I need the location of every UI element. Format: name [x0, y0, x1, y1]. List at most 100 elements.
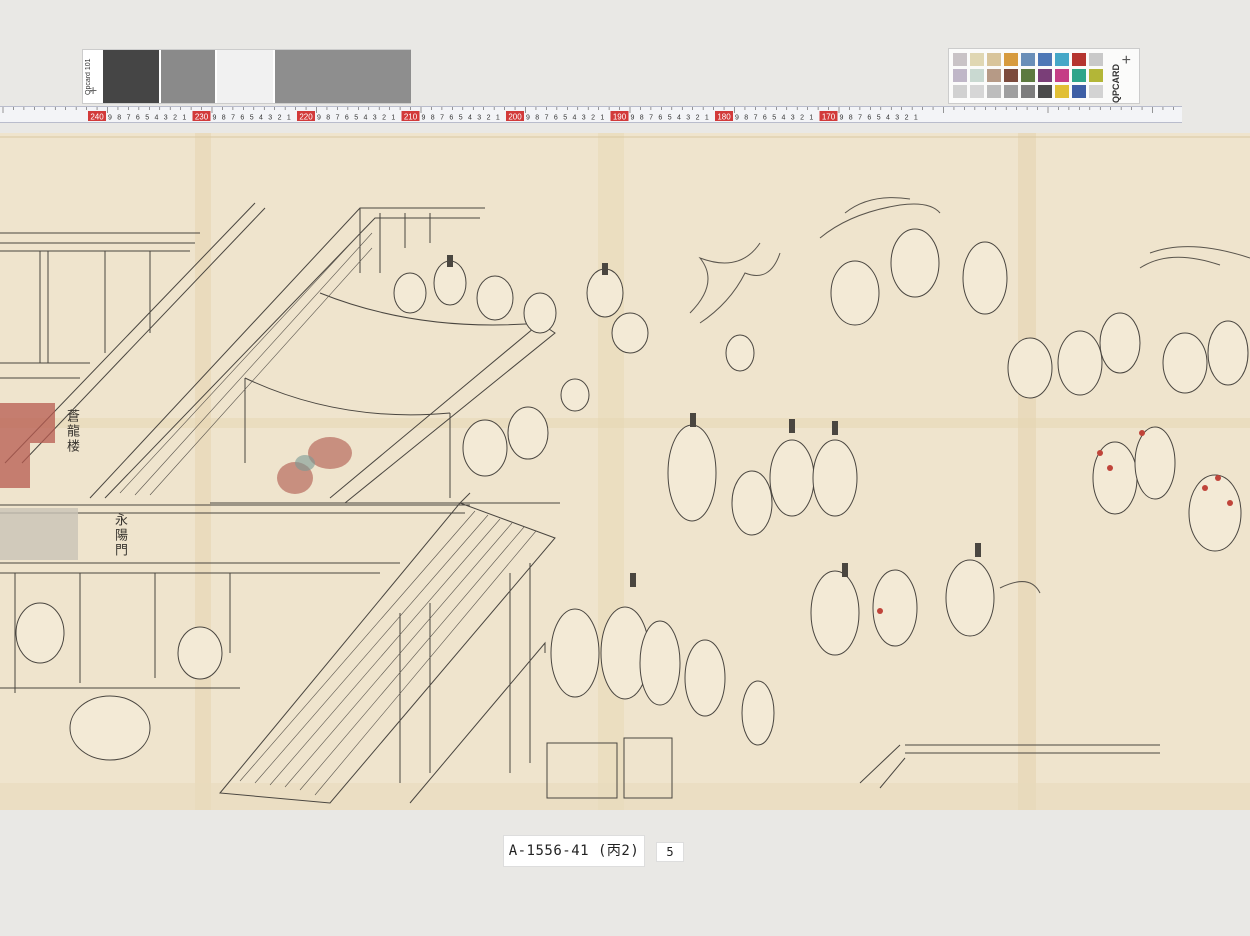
ruler-digit: 9 [735, 115, 739, 122]
ruler-digit: 7 [545, 115, 549, 122]
ruler-label: 230 [195, 113, 209, 122]
ruler-digit: 8 [222, 115, 226, 122]
ruler-label: 170 [822, 113, 836, 122]
color-swatch [953, 69, 967, 82]
ruler-digit: 6 [345, 115, 349, 122]
color-swatch [1021, 85, 1035, 98]
color-swatch [1055, 53, 1069, 66]
ruler-digit: 1 [600, 115, 604, 122]
color-swatch-grid [953, 53, 1103, 98]
ruler-label: 180 [717, 113, 731, 122]
color-swatch [1072, 53, 1086, 66]
ruler-digit: 3 [373, 115, 377, 122]
ruler-digit: 4 [155, 115, 159, 122]
ruler-digit: 8 [431, 115, 435, 122]
ruler-digit: 2 [487, 115, 491, 122]
ruler-digit: 3 [268, 115, 272, 122]
color-swatch [987, 85, 1001, 98]
crosshair-icon: + [1121, 52, 1131, 69]
ruler-label: 240 [90, 113, 104, 122]
ruler-label: 210 [404, 113, 418, 122]
ruler-ticks: 240 9 8 7 6 5 4 3 2 1 230 9 8 7 6 5 4 3 2 1 220 9 8 7 6 5 4 3 2 1 210 9… [2, 107, 1174, 122]
measuring-ruler: 240 9 8 7 6 5 4 3 2 1 230 9 8 7 6 5 4 3 2 1 220 9 8 7 6 5 4 3 2 1 210 9… [0, 106, 1182, 123]
color-checker-card: + QPCARD [948, 48, 1140, 104]
ruler-digit: 6 [554, 115, 558, 122]
ruler-digit: 9 [422, 115, 426, 122]
ruler-digit: 2 [591, 115, 595, 122]
color-swatch [1038, 53, 1052, 66]
ruler-digit: 1 [705, 115, 709, 122]
color-card-brand: QPCARD [1111, 63, 1121, 103]
ruler-digit: 4 [677, 115, 681, 122]
ruler-digit: 6 [867, 115, 871, 122]
ruler-label: 220 [299, 113, 313, 122]
ruler-digit: 7 [127, 115, 131, 122]
color-swatch [1004, 85, 1018, 98]
ruler-digit: 1 [809, 115, 813, 122]
ruler-digit: 1 [496, 115, 500, 122]
frame-number-label: 5 [656, 842, 684, 862]
caption-soryuro: 蒼龍楼 [64, 409, 79, 454]
catalog-id-label: A-1556-41 (丙2) [503, 835, 645, 867]
color-swatch [987, 69, 1001, 82]
ruler-digit: 8 [117, 115, 121, 122]
gray-swatch-mid [161, 50, 215, 103]
ruler-digit: 1 [391, 115, 395, 122]
ruler-digit: 8 [326, 115, 330, 122]
ruler-digit: 4 [259, 115, 263, 122]
gray-swatch-white [217, 50, 273, 103]
ruler-digit: 4 [886, 115, 890, 122]
ruler-digit: 2 [800, 115, 804, 122]
color-swatch [1004, 53, 1018, 66]
color-swatch [1038, 85, 1052, 98]
ruler-digit: 5 [563, 115, 567, 122]
ruler-digit: 8 [640, 115, 644, 122]
color-swatch [1021, 53, 1035, 66]
color-swatch [1089, 69, 1103, 82]
ruler-digit: 5 [772, 115, 776, 122]
ruler-digit: 7 [858, 115, 862, 122]
ruler-digit: 3 [164, 115, 168, 122]
ruler-digit: 6 [449, 115, 453, 122]
scroll-painting: 蒼龍楼 永陽門 [0, 133, 1250, 810]
ruler-digit: 8 [535, 115, 539, 122]
ruler-digit: 5 [145, 115, 149, 122]
ruler-digit: 7 [649, 115, 653, 122]
caption-eiyomon: 永陽門 [112, 513, 127, 558]
color-swatch [970, 53, 984, 66]
color-swatch [953, 53, 967, 66]
ruler-label: 190 [613, 113, 627, 122]
ruler-label: 200 [508, 113, 522, 122]
ruler-digit: 7 [754, 115, 758, 122]
ruler-digit: 4 [364, 115, 368, 122]
ruler-digit: 4 [782, 115, 786, 122]
color-swatch [1055, 85, 1069, 98]
ruler-digit: 6 [240, 115, 244, 122]
ruler-digit: 5 [668, 115, 672, 122]
ruler-digit: 8 [849, 115, 853, 122]
color-swatch [1089, 85, 1103, 98]
ruler-digit: 7 [440, 115, 444, 122]
color-swatch [1055, 69, 1069, 82]
ruler-digit: 2 [278, 115, 282, 122]
ruler-digit: 4 [573, 115, 577, 122]
ruler-digit: 3 [686, 115, 690, 122]
ruler-digit: 9 [526, 115, 530, 122]
ruler-digit: 6 [658, 115, 662, 122]
ruler-digit: 5 [877, 115, 881, 122]
ruler-digit: 9 [840, 115, 844, 122]
ruler-digit: 1 [182, 115, 186, 122]
ruler-digit: 5 [459, 115, 463, 122]
ruler-digit: 2 [696, 115, 700, 122]
ruler-digit: 7 [231, 115, 235, 122]
color-swatch [953, 85, 967, 98]
ruler-digit: 6 [763, 115, 767, 122]
ruler-digit: 3 [477, 115, 481, 122]
ruler-digit: 4 [468, 115, 472, 122]
crosshair-icon: + [89, 82, 98, 98]
color-swatch [1038, 69, 1052, 82]
ruler-digit: 2 [905, 115, 909, 122]
gray-swatch-gray [275, 50, 411, 103]
ruler-digit: 1 [287, 115, 291, 122]
ruler-digit: 9 [213, 115, 217, 122]
